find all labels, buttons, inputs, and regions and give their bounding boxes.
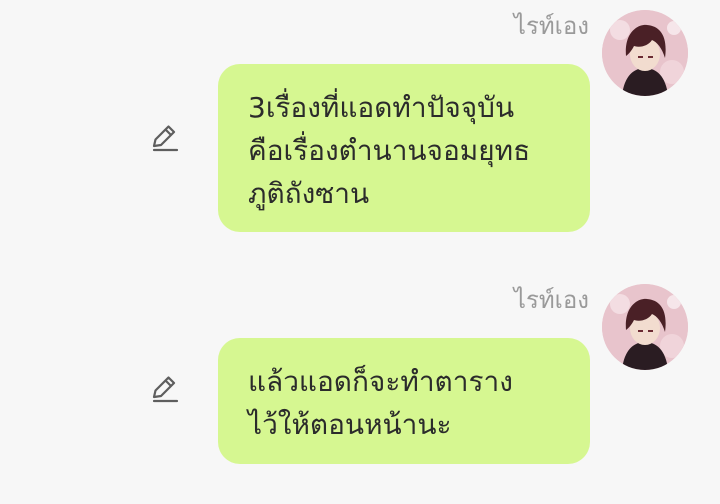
message-bubble[interactable]: 3เรื่องที่แอดทำปัจจุบัน คือเรื่องตำนานจอ…	[218, 64, 590, 232]
chat-view: ไรท์เอง 3เรื่องที่แอดทำปัจจุบัน คือเรื่อ…	[0, 0, 720, 504]
chat-message: ไรท์เอง แล้วแอดก็จะทำตาราง ไว้ให้ตอนหน้า…	[0, 274, 720, 504]
pencil-icon[interactable]	[146, 371, 182, 407]
avatar[interactable]	[602, 10, 688, 96]
message-text: แล้วแอดก็จะทำตาราง	[248, 365, 513, 398]
message-bubble[interactable]: แล้วแอดก็จะทำตาราง ไว้ให้ตอนหน้านะ	[218, 338, 590, 464]
pencil-icon[interactable]	[146, 120, 182, 156]
sender-name: ไรท์เอง	[513, 12, 589, 40]
message-text: 3เรื่องที่แอดทำปัจจุบัน	[248, 91, 515, 124]
message-text: ภูติถังซาน	[248, 177, 370, 210]
avatar-image	[602, 10, 688, 96]
message-text: ไว้ให้ตอนหน้านะ	[248, 408, 452, 441]
avatar-image	[602, 284, 688, 370]
sender-name: ไรท์เอง	[513, 286, 589, 314]
avatar[interactable]	[602, 284, 688, 370]
message-text: คือเรื่องตำนานจอมยุทธ	[248, 134, 531, 167]
chat-message: ไรท์เอง 3เรื่องที่แอดทำปัจจุบัน คือเรื่อ…	[0, 0, 720, 250]
